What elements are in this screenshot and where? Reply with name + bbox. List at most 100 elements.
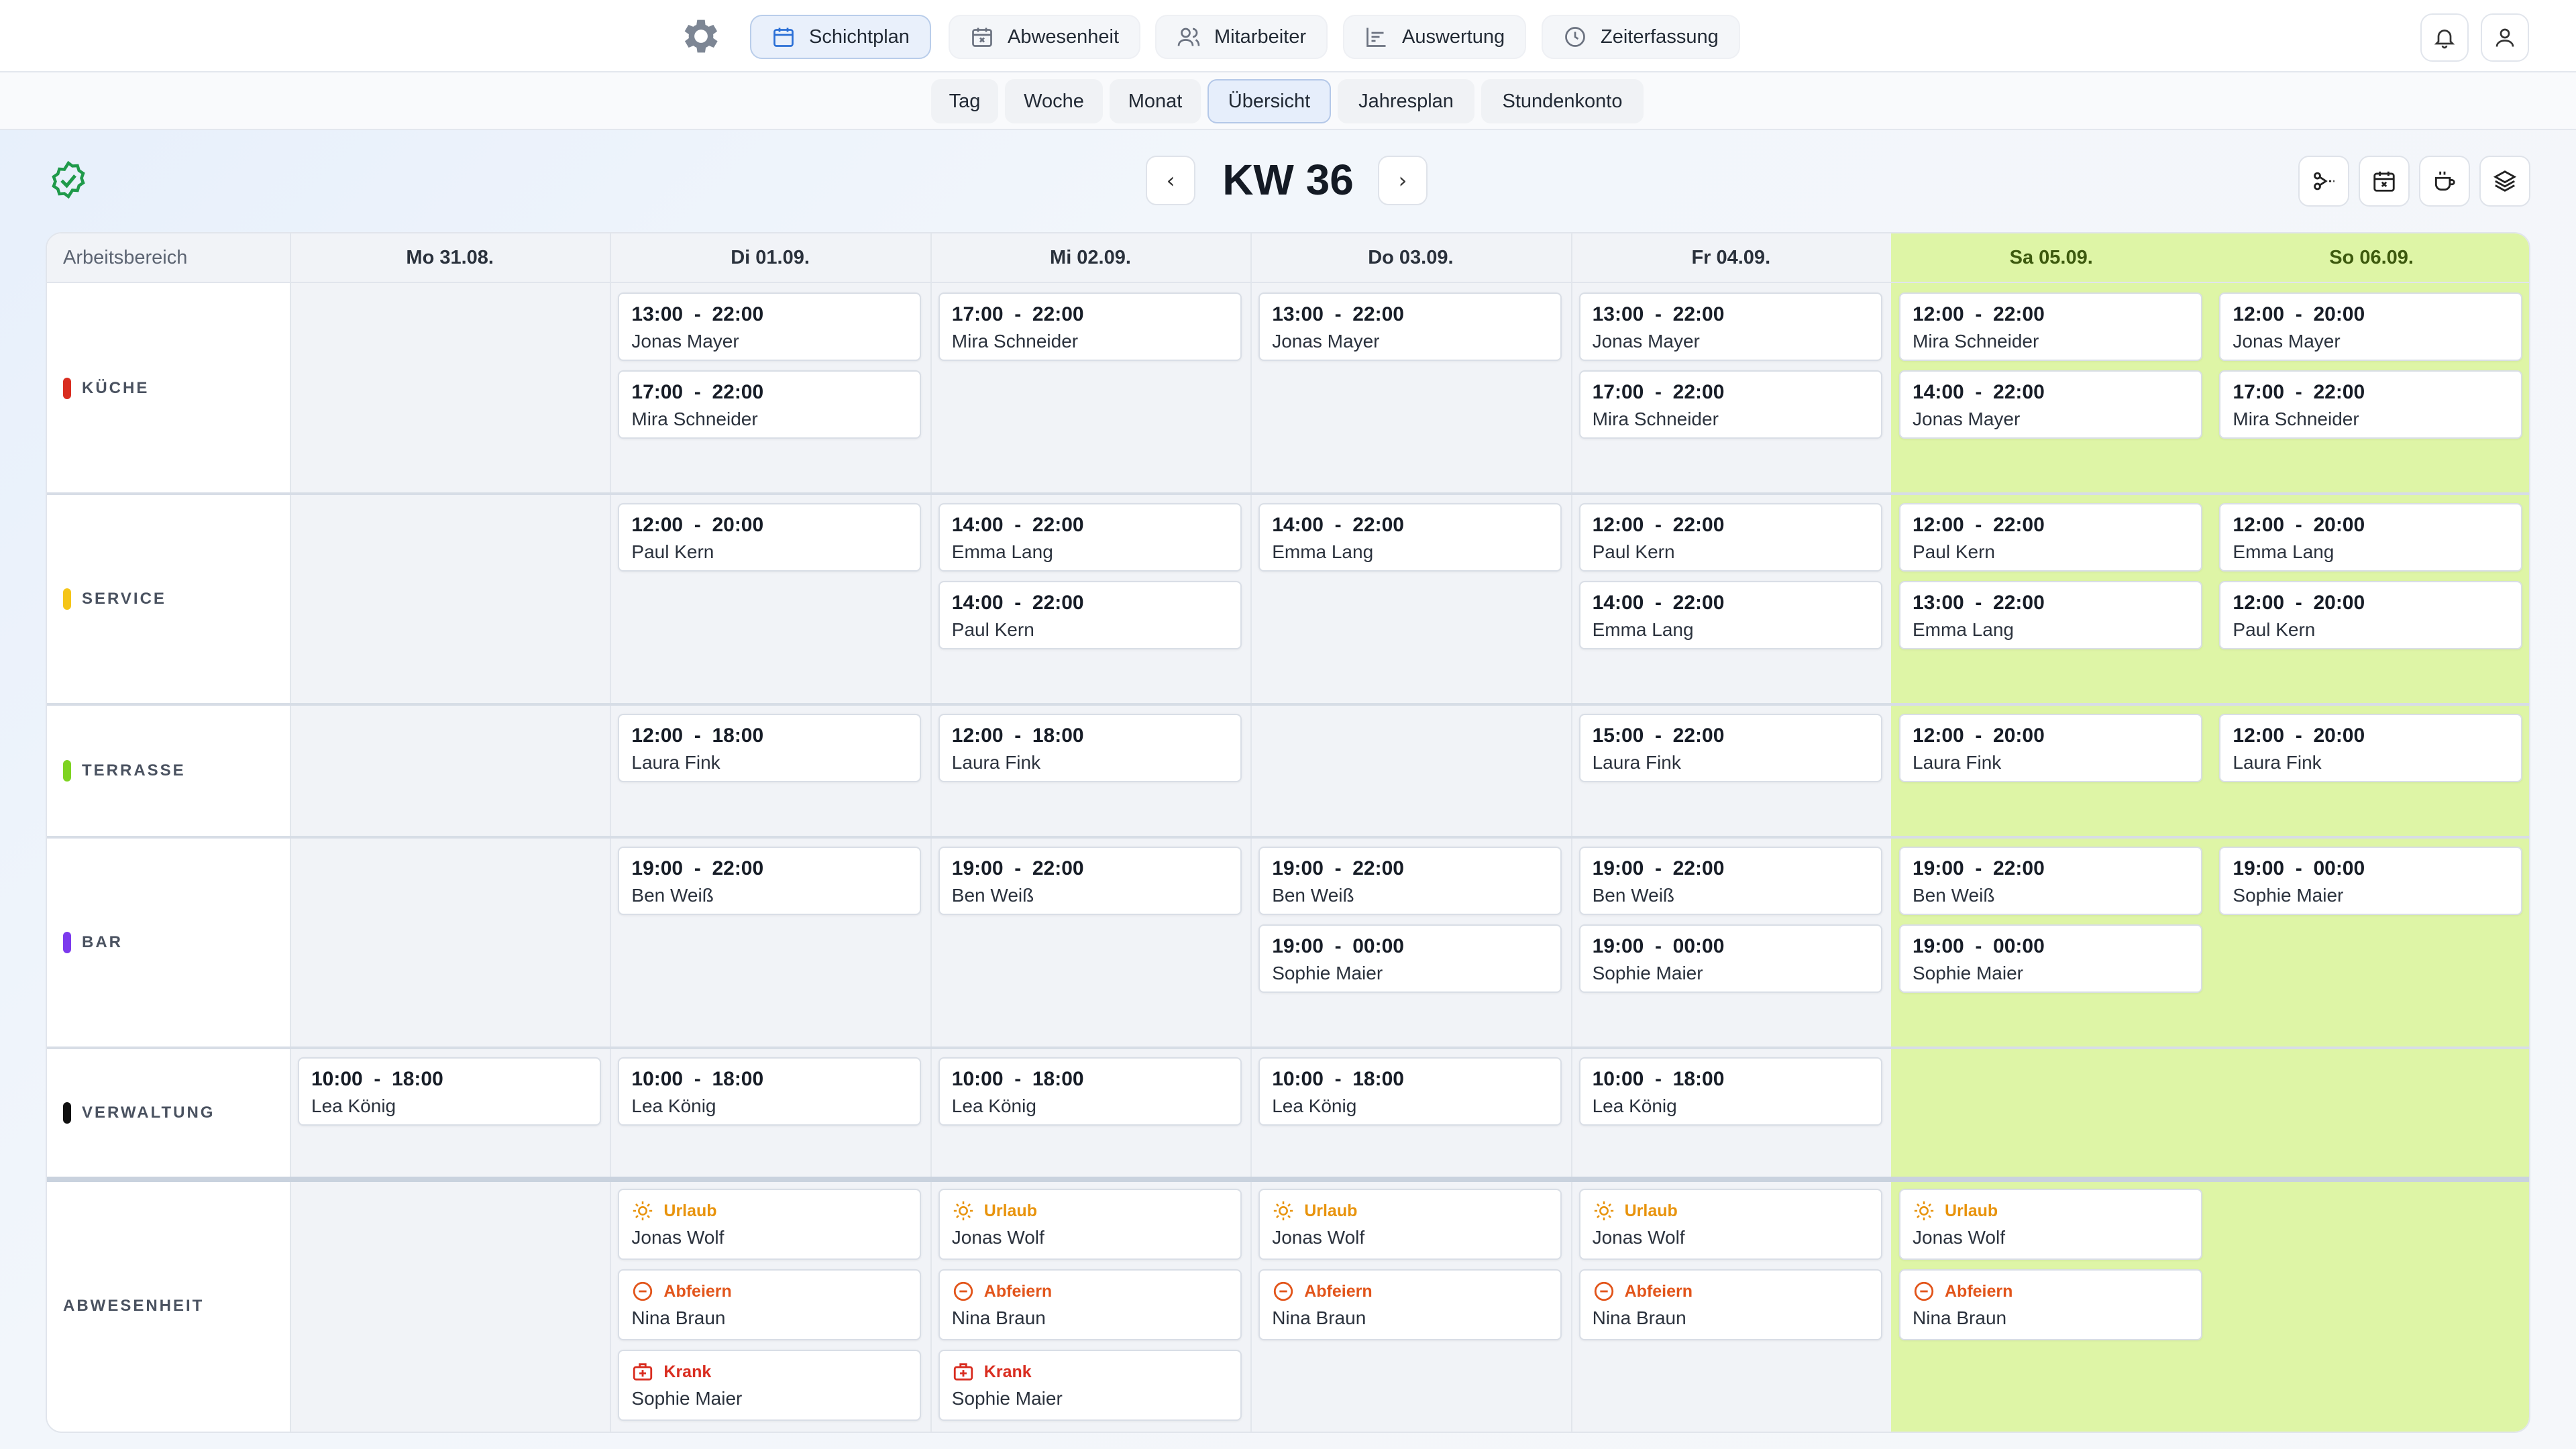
shift-card[interactable]: 19:00 - 00:00 Sophie Maier bbox=[1899, 924, 2202, 993]
nav-zeiterfassung[interactable]: Zeiterfassung bbox=[1542, 15, 1740, 59]
notifications-button[interactable] bbox=[2420, 13, 2469, 62]
shift-card[interactable]: 14:00 - 22:00 Paul Kern bbox=[938, 581, 1242, 649]
absence-type: Abfeiern bbox=[952, 1277, 1228, 1305]
shift-card[interactable]: 12:00 - 22:00 Mira Schneider bbox=[1899, 292, 2202, 361]
absence-card[interactable]: Krank Sophie Maier bbox=[618, 1350, 922, 1421]
shift-card[interactable]: 15:00 - 22:00 Laura Fink bbox=[1578, 714, 1882, 782]
shift-card[interactable]: 19:00 - 22:00 Ben Weiß bbox=[1578, 847, 1882, 915]
medical-kit-icon bbox=[953, 1363, 973, 1381]
shift-card[interactable]: 12:00 - 20:00 Paul Kern bbox=[2219, 581, 2523, 649]
tab-label: Übersicht bbox=[1228, 90, 1311, 112]
shift-card[interactable]: 12:00 - 20:00 Laura Fink bbox=[2219, 714, 2523, 782]
employee-name: Mira Schneider bbox=[1592, 409, 1719, 429]
shift-card[interactable]: 12:00 - 20:00 Laura Fink bbox=[1899, 714, 2202, 782]
minus-circle-icon bbox=[633, 1281, 653, 1301]
shift-card[interactable]: 12:00 - 20:00 Jonas Mayer bbox=[2219, 292, 2523, 361]
nav-auswertung[interactable]: Auswertung bbox=[1343, 15, 1527, 59]
shift-card[interactable]: 12:00 - 20:00 Emma Lang bbox=[2219, 503, 2523, 572]
absence-card[interactable]: Abfeiern Nina Braun bbox=[1258, 1269, 1562, 1340]
week-title: KW 36 bbox=[1222, 156, 1354, 204]
shift-time: 19:00 - 00:00 bbox=[2233, 857, 2365, 879]
day-header: Mi 02.09. bbox=[930, 233, 1251, 283]
cut-tool-button[interactable] bbox=[2298, 156, 2349, 207]
sun-icon bbox=[1914, 1201, 1934, 1221]
shift-card[interactable]: 14:00 - 22:00 Emma Lang bbox=[1258, 503, 1562, 572]
employee-name: Emma Lang bbox=[1913, 619, 2014, 640]
shift-card[interactable]: 13:00 - 22:00 Jonas Mayer bbox=[1258, 292, 1562, 361]
shift-card[interactable]: 19:00 - 00:00 Sophie Maier bbox=[2219, 847, 2523, 915]
shift-card[interactable]: 10:00 - 18:00 Lea König bbox=[618, 1057, 922, 1126]
shift-card[interactable]: 19:00 - 22:00 Ben Weiß bbox=[618, 847, 922, 915]
shift-time: 12:00 - 20:00 bbox=[2233, 303, 2365, 325]
calendar-tool-button[interactable] bbox=[2359, 156, 2410, 207]
shift-card[interactable]: 17:00 - 22:00 Mira Schneider bbox=[1578, 370, 1882, 439]
absence-card[interactable]: Abfeiern Nina Braun bbox=[618, 1269, 922, 1340]
shift-time: 15:00 - 22:00 bbox=[1592, 724, 1725, 747]
shift-time: 19:00 - 22:00 bbox=[951, 857, 1084, 879]
absence-card[interactable]: Krank Sophie Maier bbox=[938, 1350, 1242, 1421]
absence-card[interactable]: Urlaub Jonas Wolf bbox=[1578, 1189, 1882, 1260]
shift-card[interactable]: 13:00 - 22:00 Jonas Mayer bbox=[618, 292, 922, 361]
shift-card[interactable]: 10:00 - 18:00 Lea König bbox=[1258, 1057, 1562, 1126]
absence-card[interactable]: Urlaub Jonas Wolf bbox=[618, 1189, 922, 1260]
shift-time: 14:00 - 22:00 bbox=[951, 592, 1084, 614]
shift-time: 12:00 - 20:00 bbox=[1913, 724, 2045, 747]
shift-card[interactable]: 13:00 - 22:00 Emma Lang bbox=[1899, 581, 2202, 649]
area-name: BAR bbox=[82, 933, 123, 951]
shift-card[interactable]: 17:00 - 22:00 Mira Schneider bbox=[2219, 370, 2523, 439]
employee-name: Sophie Maier bbox=[1272, 963, 1383, 983]
shift-card[interactable]: 12:00 - 22:00 Paul Kern bbox=[1899, 503, 2202, 572]
employee-name: Paul Kern bbox=[2233, 619, 2316, 640]
shift-card[interactable]: 19:00 - 00:00 Sophie Maier bbox=[1258, 924, 1562, 993]
shift-card[interactable]: 14:00 - 22:00 Jonas Mayer bbox=[1899, 370, 2202, 439]
shift-card[interactable]: 19:00 - 22:00 Ben Weiß bbox=[1899, 847, 2202, 915]
shift-card[interactable]: 19:00 - 00:00 Sophie Maier bbox=[1578, 924, 1882, 993]
shift-card[interactable]: 12:00 - 18:00 Laura Fink bbox=[618, 714, 922, 782]
chevron-right-icon: › bbox=[1398, 168, 1407, 193]
shift-card[interactable]: 14:00 - 22:00 Emma Lang bbox=[1578, 581, 1882, 649]
absence-type-label: Urlaub bbox=[1304, 1201, 1358, 1220]
employee-name: Jonas Wolf bbox=[631, 1227, 724, 1248]
tab-uebersicht[interactable]: Übersicht bbox=[1208, 79, 1331, 123]
nav-mitarbeiter[interactable]: Mitarbeiter bbox=[1155, 15, 1328, 59]
shift-card[interactable]: 14:00 - 22:00 Emma Lang bbox=[938, 503, 1242, 572]
sun-icon bbox=[633, 1201, 653, 1221]
employee-name: Jonas Mayer bbox=[2233, 331, 2341, 352]
shift-card[interactable]: 17:00 - 22:00 Mira Schneider bbox=[938, 292, 1242, 361]
nav-schichtplan[interactable]: Schichtplan bbox=[750, 15, 931, 59]
shift-card[interactable]: 19:00 - 22:00 Ben Weiß bbox=[938, 847, 1242, 915]
break-tool-button[interactable] bbox=[2419, 156, 2470, 207]
shift-card[interactable]: 12:00 - 22:00 Paul Kern bbox=[1578, 503, 1882, 572]
shift-time: 14:00 - 22:00 bbox=[1592, 592, 1725, 614]
nav-abwesenheit[interactable]: Abwesenheit bbox=[949, 15, 1141, 59]
shift-card[interactable]: 17:00 - 22:00 Mira Schneider bbox=[618, 370, 922, 439]
prev-week-button[interactable]: ‹ bbox=[1146, 156, 1195, 205]
absence-card[interactable]: Urlaub Jonas Wolf bbox=[938, 1189, 1242, 1260]
tab-monat[interactable]: Monat bbox=[1110, 79, 1201, 123]
shift-card[interactable]: 10:00 - 18:00 Lea König bbox=[1578, 1057, 1882, 1126]
employee-name: Jonas Mayer bbox=[1272, 331, 1380, 352]
next-week-button[interactable]: › bbox=[1378, 156, 1428, 205]
tab-woche[interactable]: Woche bbox=[1005, 79, 1103, 123]
absence-card[interactable]: Urlaub Jonas Wolf bbox=[1899, 1189, 2202, 1260]
shift-card[interactable]: 13:00 - 22:00 Jonas Mayer bbox=[1578, 292, 1882, 361]
employee-name: Mira Schneider bbox=[2233, 409, 2359, 429]
tab-tag[interactable]: Tag bbox=[931, 79, 998, 123]
settings-gear-icon[interactable] bbox=[678, 13, 724, 59]
shift-card[interactable]: 10:00 - 18:00 Lea König bbox=[298, 1057, 601, 1126]
absence-card[interactable]: Abfeiern Nina Braun bbox=[1899, 1269, 2202, 1340]
shift-card[interactable]: 12:00 - 18:00 Laura Fink bbox=[938, 714, 1242, 782]
shift-card[interactable]: 19:00 - 22:00 Ben Weiß bbox=[1258, 847, 1562, 915]
shift-card[interactable]: 10:00 - 18:00 Lea König bbox=[938, 1057, 1242, 1126]
tab-stundenkonto[interactable]: Stundenkonto bbox=[1481, 79, 1644, 123]
employee-name: Jonas Wolf bbox=[951, 1227, 1044, 1248]
profile-button[interactable] bbox=[2481, 13, 2529, 62]
minus-circle-icon bbox=[1914, 1281, 1934, 1301]
clock-icon bbox=[1565, 27, 1585, 47]
absence-card[interactable]: Urlaub Jonas Wolf bbox=[1258, 1189, 1562, 1260]
shift-card[interactable]: 12:00 - 20:00 Paul Kern bbox=[618, 503, 922, 572]
tab-jahresplan[interactable]: Jahresplan bbox=[1338, 79, 1474, 123]
absence-card[interactable]: Abfeiern Nina Braun bbox=[1578, 1269, 1882, 1340]
layers-tool-button[interactable] bbox=[2479, 156, 2530, 207]
absence-card[interactable]: Abfeiern Nina Braun bbox=[938, 1269, 1242, 1340]
